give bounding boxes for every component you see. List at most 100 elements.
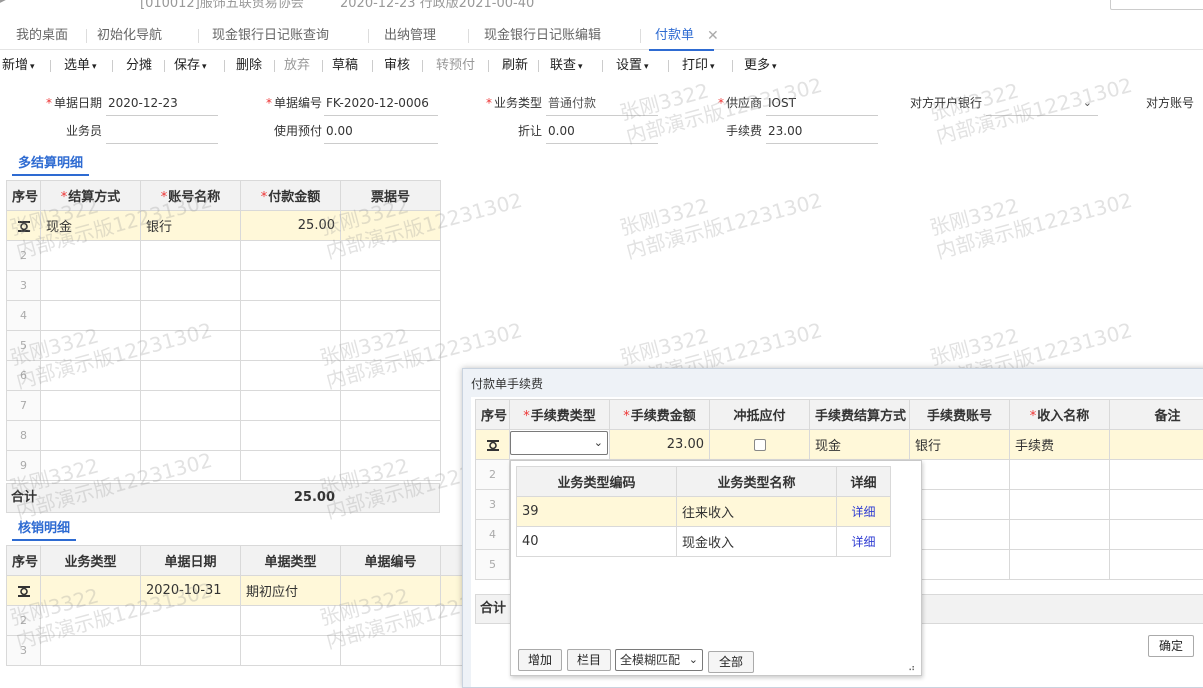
row-settings-icon[interactable] xyxy=(17,584,31,598)
type-code[interactable]: 39 xyxy=(517,497,677,527)
approve-button[interactable]: 审核 xyxy=(384,52,410,80)
list-item[interactable]: 40 现金收入 详细 xyxy=(517,527,891,557)
discount-label: 折让 xyxy=(476,118,542,144)
allocate-button[interactable]: 分摊 xyxy=(126,52,152,80)
table-row[interactable]: 2 xyxy=(7,241,441,271)
discount-field[interactable]: 0.00 xyxy=(546,118,658,144)
settlement-section-title[interactable]: 多结算明细 xyxy=(18,152,83,171)
settlement-total-row: 合计 25.00 xyxy=(6,483,440,513)
row-action-cell[interactable] xyxy=(476,430,510,460)
cell-biz-type[interactable] xyxy=(41,576,141,606)
table-row[interactable]: 7 xyxy=(7,391,441,421)
cell-income-name[interactable]: 手续费 xyxy=(1010,430,1110,460)
all-button[interactable]: 全部 xyxy=(708,651,754,673)
select-button[interactable]: 选单▾ xyxy=(64,52,97,80)
cell-settle-method[interactable]: 现金 xyxy=(41,211,141,241)
col-fee-settle: 手续费结算方式 xyxy=(810,400,910,430)
writeoff-section-title[interactable]: 核销明细 xyxy=(18,517,70,536)
cell-doc-type[interactable]: 期初应付 xyxy=(241,576,341,606)
header-form-row-2: 业务员 使用预付 0.00 折让 0.00 手续费 23.00 xyxy=(0,118,1203,144)
biz-type-field[interactable]: 普通付款 xyxy=(546,90,658,116)
confirm-button[interactable]: 确定 xyxy=(1148,635,1194,657)
tab-cash-journal-edit[interactable]: 现金银行日记账编辑 xyxy=(484,22,601,50)
row-action-cell[interactable] xyxy=(7,211,41,241)
col-biz-type: 业务类型 xyxy=(41,546,141,576)
type-name[interactable]: 往来收入 xyxy=(677,497,837,527)
table-row[interactable]: 2020-10-31 期初应付 xyxy=(7,576,463,606)
table-row[interactable]: 6 xyxy=(7,361,441,391)
cell-account-name[interactable]: 银行 xyxy=(141,211,241,241)
table-row[interactable]: 4 xyxy=(7,301,441,331)
tab-cashier[interactable]: 出纳管理 xyxy=(384,22,436,50)
chevron-down-icon: ▾ xyxy=(644,62,649,72)
logo-fragment: ▸ xyxy=(0,0,7,7)
detail-link[interactable]: 详细 xyxy=(851,535,875,549)
new-button[interactable]: 新增▾ xyxy=(2,52,35,80)
to-prepay-button[interactable]: 转预付 xyxy=(436,52,475,80)
table-row[interactable]: 2 xyxy=(7,606,463,636)
tab-cash-journal-query[interactable]: 现金银行日记账查询 xyxy=(212,22,329,50)
print-button[interactable]: 打印▾ xyxy=(682,52,715,80)
col-settle-method: *结算方式 xyxy=(41,181,141,211)
supplier-field[interactable]: IOST xyxy=(766,90,878,116)
table-row[interactable]: 8 xyxy=(7,421,441,451)
cell-remark[interactable] xyxy=(1110,430,1203,460)
tab-init-guide[interactable]: 初始化导航 xyxy=(97,22,162,50)
discard-button[interactable]: 放弃 xyxy=(284,52,310,80)
counter-bank-select[interactable]: ⌄ xyxy=(986,90,1098,116)
draft-button[interactable]: 草稿 xyxy=(332,52,358,80)
detail-link[interactable]: 详细 xyxy=(851,505,875,519)
top-header-strip: ▸ [010012]服饰五联贸易协会 2020-12-23 行政版2021-00… xyxy=(0,0,1203,14)
col-pay-amount: *付款金额 xyxy=(241,181,341,211)
cell-doc-date[interactable]: 2020-10-31 xyxy=(141,576,241,606)
salesman-field[interactable] xyxy=(106,118,218,144)
row-settings-icon[interactable] xyxy=(486,438,500,452)
cell-fee-account[interactable]: 银行 xyxy=(910,430,1010,460)
col-fee-type: *手续费类型 xyxy=(510,400,610,430)
close-icon[interactable]: ✕ xyxy=(707,22,719,50)
top-search-box[interactable] xyxy=(1110,0,1203,10)
list-item[interactable]: 39 往来收入 详细 xyxy=(517,497,891,527)
cell-doc-no[interactable] xyxy=(341,576,441,606)
doc-no-field[interactable]: FK-2020-12-0006 xyxy=(324,90,438,116)
tab-payment-label: 付款单 xyxy=(655,28,694,43)
use-prepay-field[interactable]: 0.00 xyxy=(324,118,438,144)
resize-handle-icon[interactable]: ⠴ xyxy=(908,663,915,674)
cell-offset-payable[interactable] xyxy=(710,430,810,460)
columns-button[interactable]: 栏目 xyxy=(567,649,611,671)
use-prepay-label: 使用预付 xyxy=(258,118,322,144)
chevron-down-icon: ▾ xyxy=(772,62,777,72)
type-code[interactable]: 40 xyxy=(517,527,677,557)
row-action-cell[interactable] xyxy=(7,576,41,606)
company-fragment: [010012]服饰五联贸易协会 xyxy=(140,0,304,11)
row-settings-icon[interactable] xyxy=(17,219,31,233)
salesman-label: 业务员 xyxy=(38,118,102,144)
doc-date-field[interactable]: 2020-12-23 xyxy=(106,90,218,116)
tab-bar: 我的桌面 初始化导航 现金银行日记账查询 出纳管理 现金银行日记账编辑 付款单 … xyxy=(0,22,1203,50)
delete-button[interactable]: 删除 xyxy=(236,52,262,80)
cell-pay-amount[interactable]: 25.00 xyxy=(241,211,341,241)
link-query-button[interactable]: 联查▾ xyxy=(550,52,583,80)
add-type-button[interactable]: 增加 xyxy=(518,649,562,671)
tab-desktop[interactable]: 我的桌面 xyxy=(16,22,68,50)
col-type-code: 业务类型编码 xyxy=(517,467,677,497)
table-row[interactable]: 9 xyxy=(7,451,441,481)
table-row[interactable]: 5 xyxy=(7,331,441,361)
type-name[interactable]: 现金收入 xyxy=(677,527,837,557)
date-fragment: 2020-12-23 行政版2021-00-40 xyxy=(340,0,534,11)
match-mode-select[interactable]: 全模糊匹配 ⌄ xyxy=(615,649,703,671)
table-row[interactable]: 3 xyxy=(7,636,463,666)
cell-fee-settle[interactable]: 现金 xyxy=(810,430,910,460)
fee-field[interactable]: 23.00 xyxy=(766,118,878,144)
more-button[interactable]: 更多▾ xyxy=(744,52,777,80)
fee-type-select[interactable]: ⌄ xyxy=(510,431,608,455)
refresh-button[interactable]: 刷新 xyxy=(502,52,528,80)
offset-payable-checkbox[interactable] xyxy=(754,439,766,451)
save-button[interactable]: 保存▾ xyxy=(174,52,207,80)
settings-button[interactable]: 设置▾ xyxy=(616,52,649,80)
table-row[interactable]: 3 xyxy=(7,271,441,301)
cell-fee-amount[interactable]: 23.00 xyxy=(610,430,710,460)
tab-payment[interactable]: 付款单 ✕ xyxy=(655,22,694,50)
table-row[interactable]: 现金 银行 25.00 xyxy=(7,211,441,241)
cell-bill-no[interactable] xyxy=(341,211,441,241)
